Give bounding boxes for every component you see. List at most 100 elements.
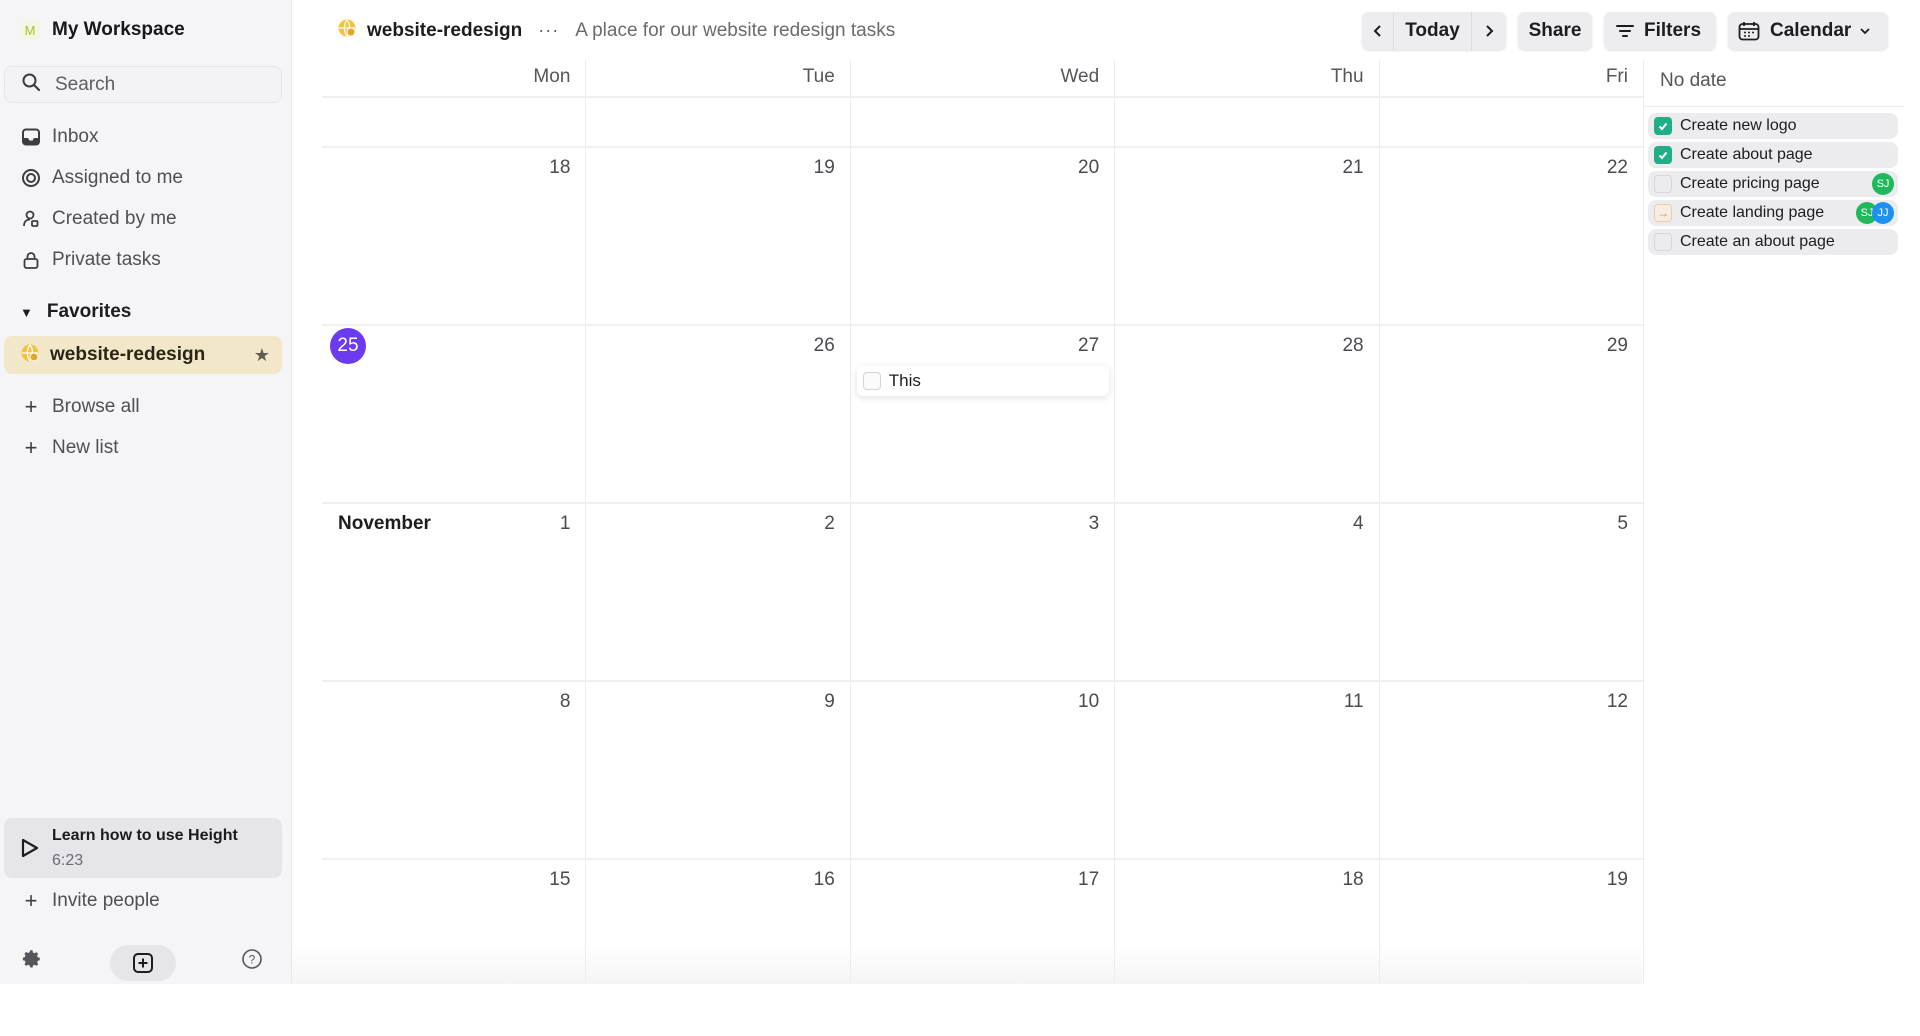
task-title: Create about page	[1680, 146, 1813, 163]
globe-icon	[20, 343, 40, 368]
avatar[interactable]: SJ	[1872, 173, 1894, 195]
plus-icon: +	[24, 435, 38, 460]
day-cell[interactable]	[322, 98, 585, 146]
day-number: 5	[1617, 513, 1628, 534]
in-progress-arrow-icon[interactable]: →	[1654, 204, 1672, 222]
invite-label: Invite people	[52, 890, 160, 911]
task-item[interactable]: Create new logo	[1648, 113, 1898, 139]
day-number: 4	[1353, 513, 1364, 534]
header: website-redesign ··· A place for our web…	[292, 0, 1920, 60]
filters-button[interactable]: Filters	[1604, 12, 1716, 50]
checkbox-checked-icon[interactable]	[1654, 146, 1672, 164]
play-icon	[20, 837, 40, 864]
sidebar-item-created[interactable]: Created by me	[20, 204, 177, 234]
new-task-inline-editor	[856, 366, 1109, 396]
day-number: 16	[813, 869, 835, 890]
sidebar-footer: ?	[0, 945, 292, 984]
task-item[interactable]: → Create landing page SJ JJ	[1648, 200, 1898, 226]
view-selector[interactable]: Calendar	[1728, 12, 1888, 50]
day-number: 15	[549, 869, 571, 890]
new-task-button[interactable]	[110, 945, 176, 981]
assignee-avatars: SJ	[1872, 173, 1894, 195]
sidebar-item-private[interactable]: Private tasks	[20, 245, 161, 275]
project-title-bar: website-redesign ··· A place for our web…	[337, 18, 895, 43]
workspace-switcher[interactable]: M My Workspace	[20, 16, 185, 44]
checkbox-checked-icon[interactable]	[1654, 117, 1672, 135]
search-input[interactable]	[55, 73, 275, 96]
no-date-title: No date	[1660, 70, 1727, 91]
favorites-heading: Favorites	[46, 301, 132, 322]
calendar-icon	[1738, 22, 1760, 41]
checkbox-unchecked-icon[interactable]	[1654, 233, 1672, 251]
day-cell[interactable]	[851, 98, 1114, 146]
task-item[interactable]: Create pricing page SJ	[1648, 171, 1898, 197]
weekday-header: Mon	[533, 66, 571, 87]
day-number: 10	[1078, 691, 1100, 712]
browse-all-button[interactable]: + Browse all	[20, 392, 140, 422]
weekday-header: Thu	[1330, 66, 1364, 87]
learn-video-card[interactable]: Learn how to use Height 6:23	[4, 818, 282, 878]
weekday-header: Fri	[1605, 66, 1628, 87]
day-number: 19	[1606, 869, 1628, 890]
task-title: Create new logo	[1680, 117, 1797, 134]
invite-people-button[interactable]: + Invite people	[20, 886, 160, 916]
sidebar-item-website-redesign[interactable]: website-redesign ★	[4, 336, 282, 374]
day-cell[interactable]	[1115, 98, 1378, 146]
lock-icon	[20, 249, 42, 271]
more-options-icon[interactable]: ···	[538, 20, 559, 41]
help-icon[interactable]: ?	[241, 948, 263, 975]
browse-all-label: Browse all	[52, 396, 140, 417]
project-description[interactable]: A place for our website redesign tasks	[575, 20, 895, 42]
inbox-icon	[20, 126, 42, 148]
project-name[interactable]: website-redesign	[367, 20, 522, 42]
filter-icon	[1616, 25, 1634, 37]
day-number: 26	[813, 335, 835, 356]
sidebar-item-assigned[interactable]: Assigned to me	[20, 163, 183, 193]
view-label: Calendar	[1770, 20, 1852, 41]
share-button[interactable]: Share	[1518, 12, 1592, 50]
svg-text:?: ?	[249, 953, 256, 967]
learn-duration: 6:23	[52, 852, 84, 869]
plus-icon: +	[24, 888, 38, 913]
day-number: 27	[1078, 335, 1100, 356]
chevron-down-icon	[1860, 28, 1870, 35]
divider	[1644, 106, 1904, 107]
task-item[interactable]: Create an about page	[1648, 229, 1898, 255]
search-icon	[21, 72, 41, 97]
checkbox-unchecked-icon[interactable]	[1654, 175, 1672, 193]
day-number: 12	[1606, 691, 1628, 712]
next-button[interactable]	[1472, 12, 1506, 50]
new-task-input[interactable]	[888, 371, 1099, 391]
day-number: 19	[813, 157, 835, 178]
day-number: 3	[1088, 513, 1100, 534]
day-cell[interactable]	[1380, 98, 1643, 146]
day-number: 29	[1606, 335, 1628, 356]
month-label: November	[338, 513, 431, 534]
day-cell[interactable]	[586, 98, 849, 146]
task-item[interactable]: Create about page	[1648, 142, 1898, 168]
task-title: Create landing page	[1680, 204, 1825, 221]
weekday-header: Tue	[802, 66, 835, 87]
assignee-avatars: SJ JJ	[1856, 202, 1894, 224]
task-checkbox[interactable]	[862, 372, 881, 390]
plus-icon: +	[24, 394, 38, 419]
search-box[interactable]	[4, 66, 282, 103]
weekday-header: Wed	[1060, 66, 1100, 87]
user-icon	[20, 208, 42, 230]
day-number: 11	[1343, 691, 1364, 712]
new-list-button[interactable]: + New list	[20, 433, 119, 463]
avatar[interactable]: JJ	[1872, 202, 1894, 224]
date-navigation: Today	[1362, 12, 1506, 50]
previous-button[interactable]	[1362, 12, 1394, 50]
new-list-label: New list	[52, 437, 119, 458]
calendar-grid: Mon Tue Wed Thu Fri 18 19 20 21 22 25 26 27 28 29 1 2 3 4 5…	[322, 60, 1644, 984]
favorites-toggle[interactable]: ▼ Favorites	[20, 298, 131, 326]
task-title: Create an about page	[1680, 233, 1835, 250]
sidebar: M My Workspace Inbox Assigned to me Crea…	[0, 0, 292, 984]
gear-icon[interactable]	[21, 948, 43, 975]
day-number: 1	[559, 513, 571, 534]
today-button[interactable]: Today	[1394, 12, 1472, 50]
sidebar-item-inbox[interactable]: Inbox	[20, 122, 98, 152]
chevron-right-icon	[1486, 25, 1494, 37]
star-icon[interactable]: ★	[254, 345, 270, 366]
